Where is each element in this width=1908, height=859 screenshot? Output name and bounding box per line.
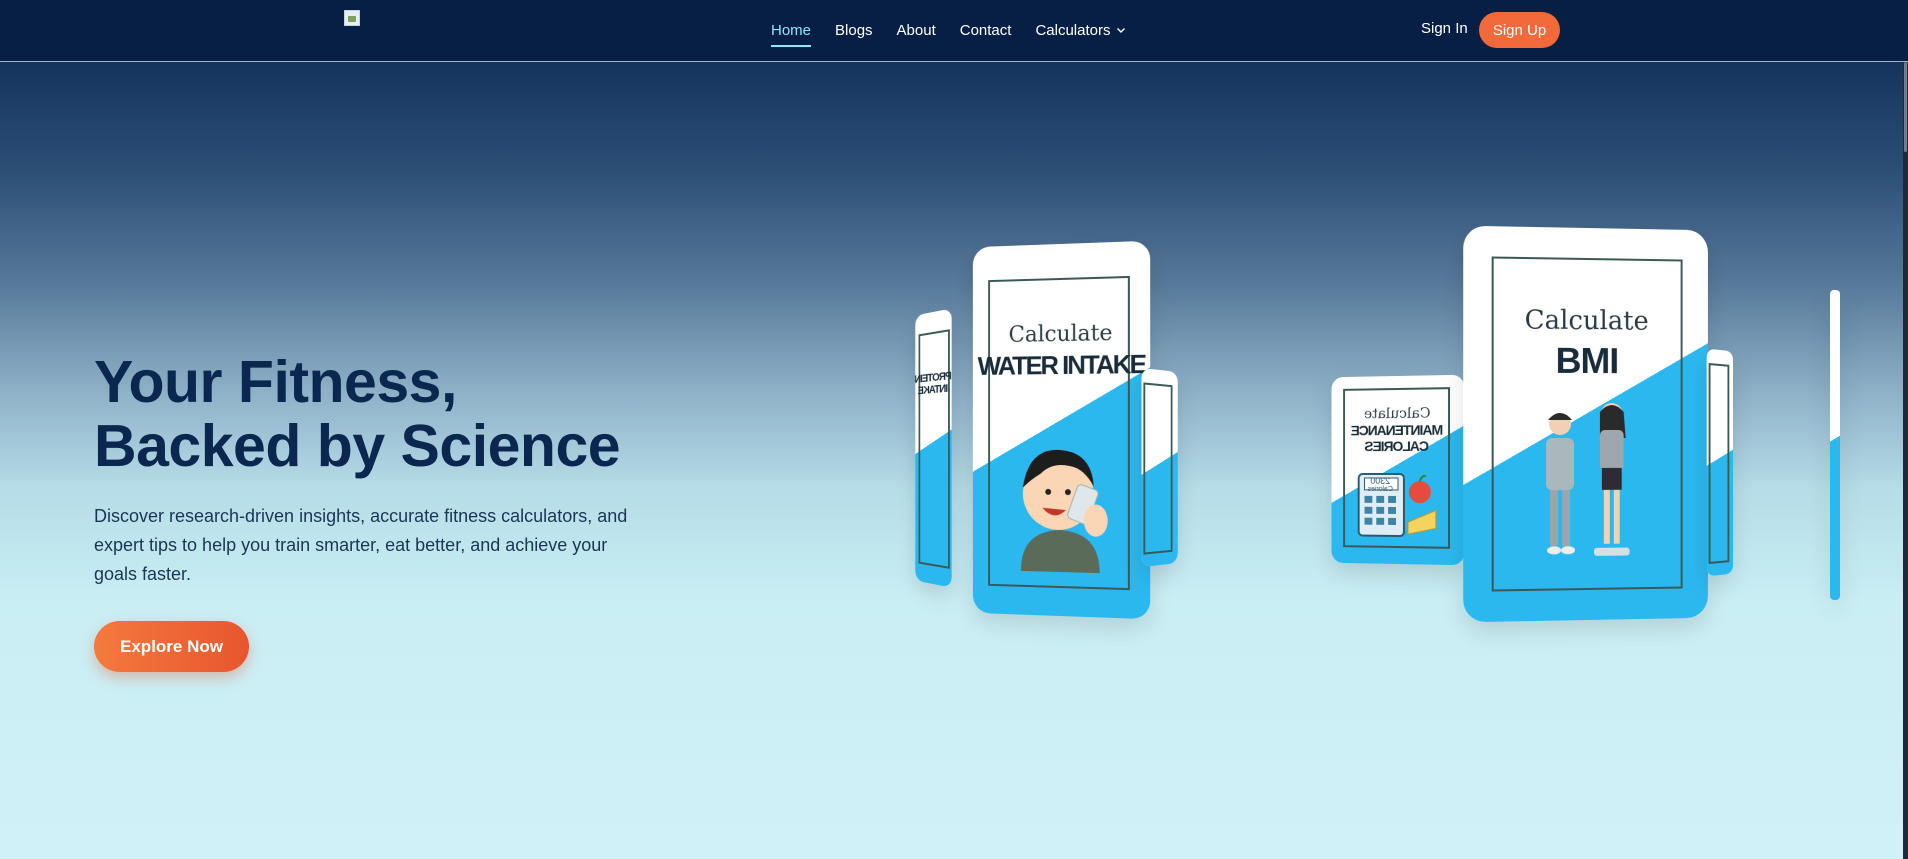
- calculator-readout: 2300 Calories: [1361, 476, 1400, 493]
- hero-title-line-1: Your Fitness,: [94, 349, 457, 415]
- card-maintenance-line-2: CALORIES: [1365, 437, 1430, 455]
- card-maintenance-text-mirrored: Calculate MAINTENANCE CALORIES: [1332, 405, 1465, 455]
- doctor-and-patient-illustration: [1546, 403, 1630, 556]
- calculator-carousel: PROTEIN INTAKE Calculate WATER INTAKE Ca…: [900, 220, 1850, 630]
- card-frame: [918, 329, 950, 569]
- nav-link-calculators[interactable]: Calculators: [1035, 18, 1126, 43]
- card-frame: [1708, 362, 1730, 565]
- carousel-card-maintenance[interactable]: Calculate MAINTENANCE CALORIES 2300 Calo…: [1331, 374, 1465, 566]
- navbar: Home Blogs About Contact Calculators Sig…: [0, 0, 1908, 62]
- page-scrollbar-thumb[interactable]: [1904, 62, 1907, 152]
- nav-link-contact[interactable]: Contact: [960, 18, 1012, 43]
- card-background-shape: [1830, 290, 1840, 600]
- carousel-card-edge[interactable]: [1830, 290, 1840, 600]
- nav-links: Home Blogs About Contact Calculators: [771, 0, 1150, 60]
- sign-up-button[interactable]: Sign Up: [1479, 12, 1560, 48]
- page-scrollbar-track[interactable]: [1903, 62, 1908, 859]
- nav-link-home[interactable]: Home: [771, 18, 812, 47]
- hero-description: Discover research-driven insights, accur…: [94, 506, 628, 584]
- carousel-card-protein[interactable]: PROTEIN INTAKE: [915, 308, 952, 588]
- calculator-value: 2300: [1370, 475, 1391, 486]
- nav-link-about[interactable]: About: [897, 18, 936, 43]
- card-maintenance-line-1: MAINTENANCE: [1351, 421, 1444, 439]
- card-maintenance-small-title: Calculate: [1363, 405, 1431, 423]
- hero-title-line-2: Backed by Science: [94, 413, 621, 479]
- card-bmi-small-title: Calculate: [1524, 305, 1649, 337]
- carousel-card-water-intake[interactable]: Calculate WATER INTAKE: [972, 240, 1151, 620]
- boy-drinking-water-illustration: [1020, 449, 1108, 574]
- nav-link-calculators-label: Calculators: [1035, 21, 1111, 39]
- card-protein-title: PROTEIN INTAKE: [915, 370, 951, 397]
- sign-in-link[interactable]: Sign In: [1421, 20, 1468, 37]
- nav-link-blogs[interactable]: Blogs: [835, 18, 873, 43]
- card-water-small-title: Calculate: [1008, 320, 1113, 348]
- chevron-down-icon: [1117, 28, 1126, 33]
- hero-title: Your Fitness, Backed by Science: [94, 350, 714, 478]
- carousel-card-bmi[interactable]: Calculate BMI: [1463, 225, 1708, 623]
- carousel-card-partial[interactable]: [1141, 367, 1178, 568]
- carousel-card-partial-right[interactable]: [1706, 348, 1733, 577]
- explore-now-button[interactable]: Explore Now: [94, 621, 249, 672]
- calculator-unit: Calories: [1367, 485, 1393, 493]
- card-water-big-title: WATER INTAKE: [977, 348, 1146, 381]
- card-bmi-big-title: BMI: [1555, 339, 1619, 382]
- card-frame: [1143, 382, 1173, 555]
- logo-image[interactable]: [344, 10, 360, 26]
